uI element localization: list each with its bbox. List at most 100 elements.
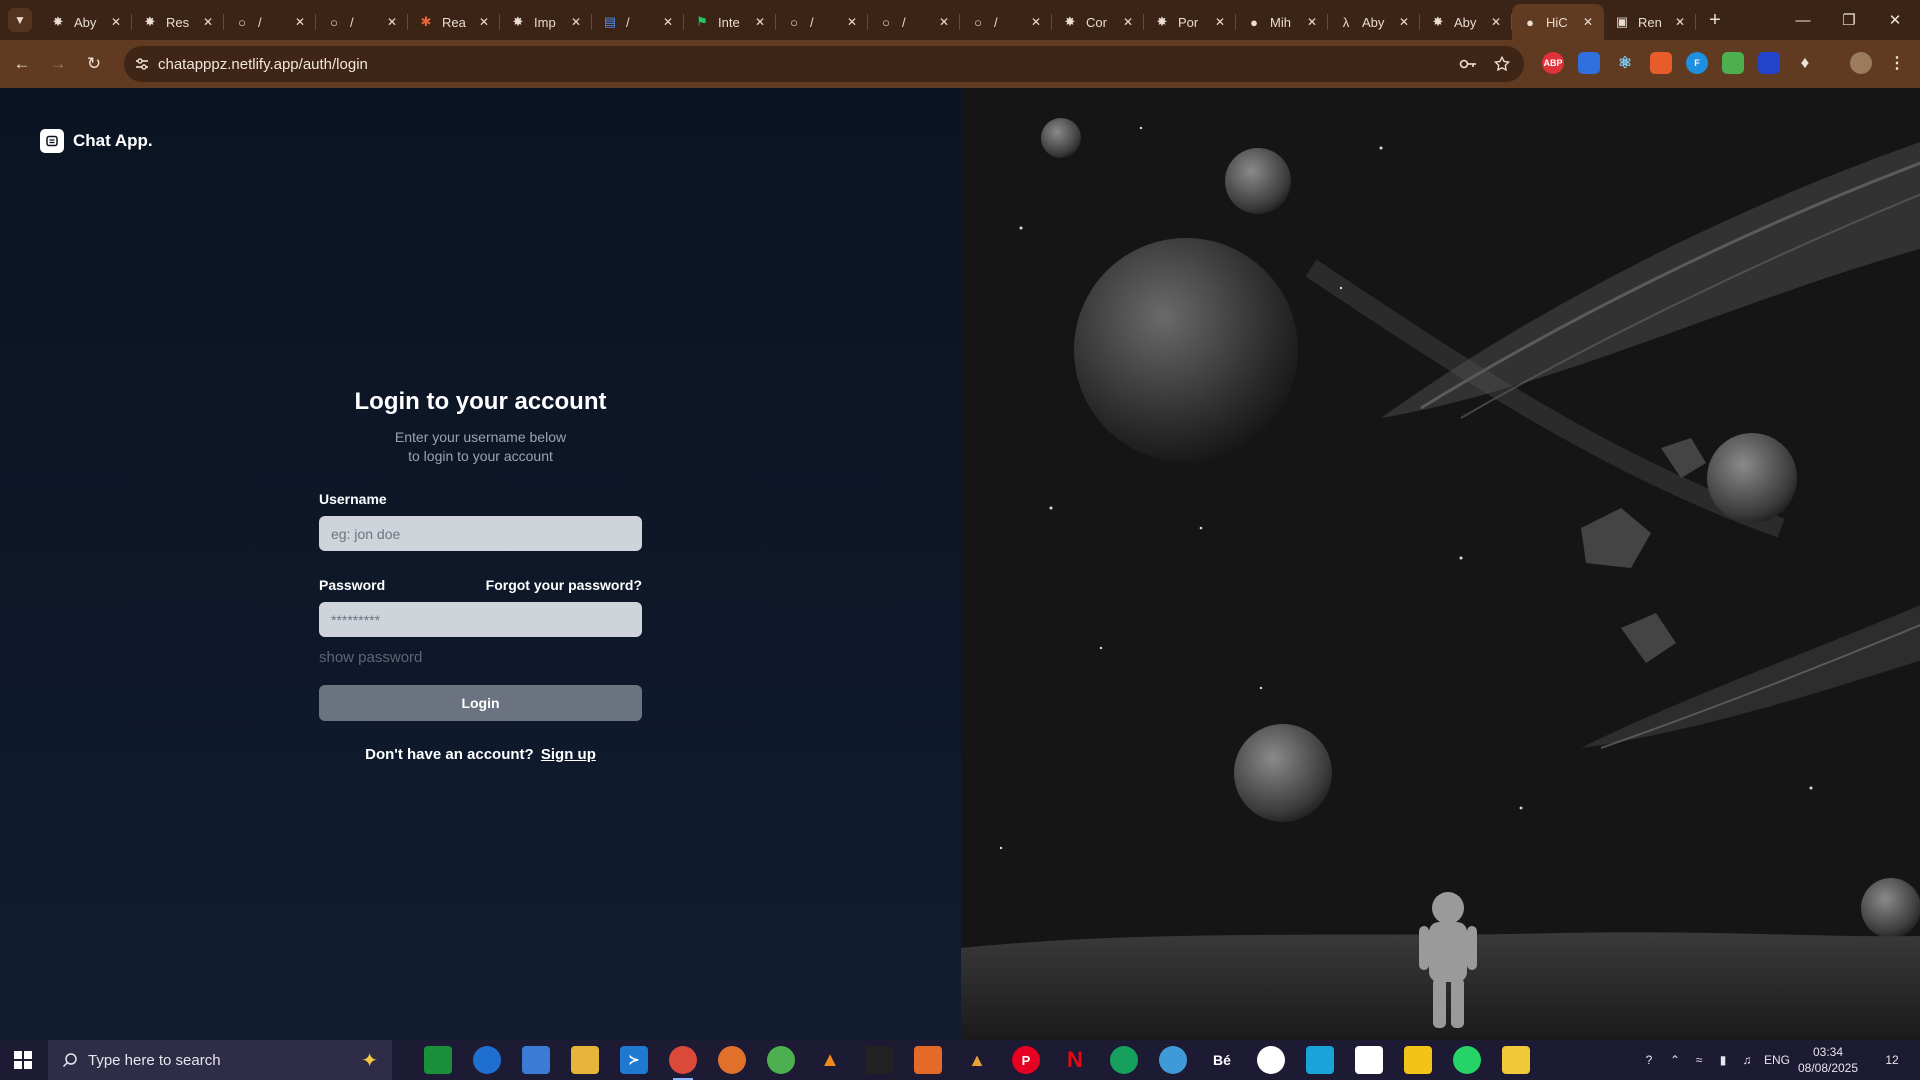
language-indicator[interactable]: ENG [1760, 1040, 1794, 1080]
tab-close-icon[interactable]: ✕ [384, 14, 400, 30]
tab-close-icon[interactable]: ✕ [936, 14, 952, 30]
netflix-icon[interactable]: N [1061, 1046, 1089, 1074]
tab-close-icon[interactable]: ✕ [292, 14, 308, 30]
tab-close-icon[interactable]: ✕ [752, 14, 768, 30]
restore-button[interactable]: ❐ [1826, 0, 1872, 40]
tab-close-icon[interactable]: ✕ [1396, 14, 1412, 30]
signup-link[interactable]: Sign up [541, 746, 596, 763]
browser-tab[interactable]: ○ / ✕ [868, 4, 960, 40]
show-password-toggle[interactable]: show password [319, 649, 642, 666]
browser-tab[interactable]: ✱ Rea ✕ [408, 4, 500, 40]
unity-icon[interactable] [865, 1046, 893, 1074]
browser-tab[interactable]: ✸ Aby ✕ [40, 4, 132, 40]
new-tab-button[interactable]: + [1703, 8, 1727, 32]
subtitle-line-2: to login to your account [408, 448, 553, 464]
volume-icon[interactable]: ♫ [1736, 1040, 1758, 1080]
wifi-icon[interactable]: ≈ [1688, 1040, 1710, 1080]
tab-search-dropdown[interactable]: ▼ [8, 8, 32, 32]
site-info-icon[interactable] [132, 54, 152, 74]
browser-menu-icon[interactable]: ⋮ [1886, 52, 1908, 74]
forward-button[interactable]: → [46, 52, 70, 76]
profile-avatar[interactable] [1850, 52, 1872, 74]
browser-tab[interactable]: ✸ Res ✕ [132, 4, 224, 40]
browser-tab[interactable]: ▣ Ren ✕ [1604, 4, 1696, 40]
store-icon[interactable] [522, 1046, 550, 1074]
whatsapp-icon[interactable] [1453, 1046, 1481, 1074]
browser-tab[interactable]: ○ / ✕ [224, 4, 316, 40]
browser-tab[interactable]: ✸ Aby ✕ [1420, 4, 1512, 40]
terminal-app-icon[interactable] [1355, 1046, 1383, 1074]
tab-close-icon[interactable]: ✕ [568, 14, 584, 30]
address-bar[interactable]: chatapppz.netlify.app/auth/login [124, 46, 1524, 82]
leaf-extension-icon[interactable] [1722, 52, 1744, 74]
browser-tab[interactable]: ✸ Cor ✕ [1052, 4, 1144, 40]
sticky-notes-icon[interactable] [1404, 1046, 1432, 1074]
spreadsheet-app-icon[interactable] [424, 1046, 452, 1074]
tab-close-icon[interactable]: ✕ [660, 14, 676, 30]
firefox-icon[interactable] [718, 1046, 746, 1074]
git-app-icon[interactable] [1502, 1046, 1530, 1074]
login-button[interactable]: Login [319, 685, 642, 721]
tab-close-icon[interactable]: ✕ [1120, 14, 1136, 30]
browser-tab[interactable]: ● HiC ✕ [1512, 4, 1604, 40]
utorrent-icon[interactable] [767, 1046, 795, 1074]
tab-close-icon[interactable]: ✕ [1672, 14, 1688, 30]
tab-close-icon[interactable]: ✕ [844, 14, 860, 30]
shield-extension-icon[interactable] [1758, 52, 1780, 74]
tab-close-icon[interactable]: ✕ [1580, 14, 1596, 30]
vlc-icon[interactable]: ▲ [816, 1046, 844, 1074]
file-explorer-icon[interactable] [571, 1046, 599, 1074]
browser-tab[interactable]: ● Mih ✕ [1236, 4, 1328, 40]
start-button[interactable] [0, 1040, 46, 1080]
browser-tab[interactable]: ⚑ Inte ✕ [684, 4, 776, 40]
browser-tab[interactable]: ✸ Por ✕ [1144, 4, 1236, 40]
adblock-extension-icon[interactable]: ABP [1542, 52, 1564, 74]
vscode-icon[interactable]: ≻ [620, 1046, 648, 1074]
edge-browser-icon[interactable] [473, 1046, 501, 1074]
mountain-app-icon[interactable]: ▲ [963, 1046, 991, 1074]
tab-close-icon[interactable]: ✕ [1028, 14, 1044, 30]
notification-center-icon[interactable]: 12 [1870, 1040, 1914, 1080]
browser-tab[interactable]: ○ / ✕ [776, 4, 868, 40]
asterisk-icon: ✱ [420, 14, 432, 29]
tab-close-icon[interactable]: ✕ [476, 14, 492, 30]
browser-tab[interactable]: ○ / ✕ [960, 4, 1052, 40]
tab-close-icon[interactable]: ✕ [1488, 14, 1504, 30]
username-input[interactable] [319, 516, 642, 551]
tab-close-icon[interactable]: ✕ [108, 14, 124, 30]
xampp-icon[interactable] [914, 1046, 942, 1074]
extensions-puzzle-icon[interactable]: ♦ [1794, 52, 1816, 74]
app-store-icon[interactable] [1306, 1046, 1334, 1074]
password-key-icon[interactable] [1458, 54, 1478, 74]
react-devtools-extension-icon[interactable]: ⚛ [1614, 52, 1636, 74]
help-icon[interactable]: ? [1636, 1040, 1662, 1080]
compass-app-icon[interactable] [1110, 1046, 1138, 1074]
url-text[interactable]: chatapppz.netlify.app/auth/login [158, 56, 368, 73]
browser-tab[interactable]: ✸ Imp ✕ [500, 4, 592, 40]
fox-extension-icon[interactable] [1650, 52, 1672, 74]
bookmark-star-icon[interactable] [1492, 54, 1512, 74]
taskbar-search-box[interactable]: Type here to search ✦ [48, 1040, 392, 1080]
password-input[interactable] [319, 602, 642, 637]
forgot-password-link[interactable]: Forgot your password? [486, 577, 642, 593]
github-desktop-icon[interactable] [1257, 1046, 1285, 1074]
document-extension-icon[interactable] [1578, 52, 1600, 74]
reload-button[interactable]: ↻ [82, 52, 106, 76]
behance-icon[interactable]: Bé [1208, 1046, 1236, 1074]
browser-tab[interactable]: ▤ / ✕ [592, 4, 684, 40]
chrome-icon[interactable] [669, 1046, 697, 1080]
tab-close-icon[interactable]: ✕ [200, 14, 216, 30]
tab-close-icon[interactable]: ✕ [1212, 14, 1228, 30]
tray-expand-icon[interactable]: ⌃ [1664, 1040, 1686, 1080]
battery-icon[interactable]: ▮ [1712, 1040, 1734, 1080]
translate-extension-icon[interactable]: F [1686, 52, 1708, 74]
minimize-button[interactable]: — [1780, 0, 1826, 40]
close-window-button[interactable]: ✕ [1872, 0, 1918, 40]
browser-tab[interactable]: ○ / ✕ [316, 4, 408, 40]
tab-close-icon[interactable]: ✕ [1304, 14, 1320, 30]
globe-app-icon[interactable] [1159, 1046, 1187, 1074]
clock[interactable]: 03:34 08/08/2025 [1790, 1044, 1866, 1076]
back-button[interactable]: ← [10, 52, 34, 76]
pinterest-icon[interactable]: P [1012, 1046, 1040, 1074]
browser-tab[interactable]: λ Aby ✕ [1328, 4, 1420, 40]
